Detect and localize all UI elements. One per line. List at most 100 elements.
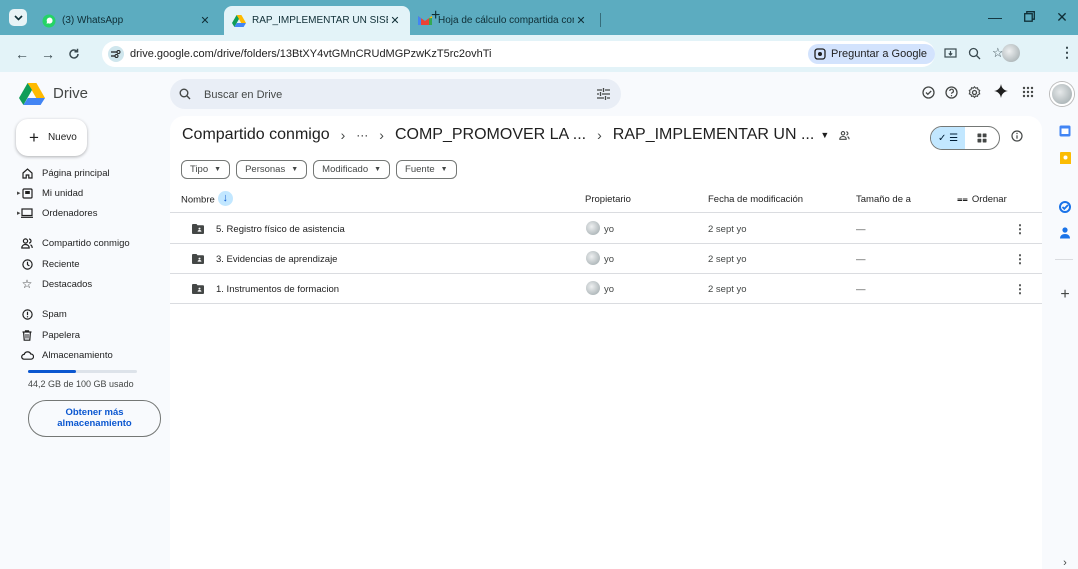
zoom-icon[interactable] — [968, 47, 981, 60]
more-actions-icon[interactable]: ⋮ — [1014, 252, 1026, 266]
close-icon[interactable]: ✕ — [198, 14, 212, 27]
search-bar[interactable]: Buscar en Drive — [170, 79, 621, 109]
reload-icon[interactable] — [66, 46, 82, 62]
cloud-icon — [20, 350, 34, 360]
file-name[interactable]: 1. Instrumentos de formacion — [216, 284, 339, 295]
sidebar-item-home[interactable]: Página principal — [20, 164, 110, 182]
new-button[interactable]: + Nuevo — [16, 119, 87, 156]
settings-gear-icon[interactable] — [968, 86, 981, 99]
search-options-icon[interactable] — [597, 88, 610, 100]
offline-ready-icon[interactable] — [922, 86, 935, 99]
minimize-button[interactable]: — — [985, 9, 1005, 25]
sidebar-item-starred[interactable]: ☆ Destacados — [20, 275, 93, 293]
browser-menu-icon[interactable]: ⋮ — [1060, 44, 1074, 61]
dropdown-arrow-icon: ▼ — [374, 166, 382, 173]
breadcrumb-ellipsis[interactable]: ··· — [356, 128, 368, 142]
column-owner[interactable]: Propietario — [585, 194, 631, 205]
tab-search-button[interactable] — [9, 9, 27, 26]
forward-arrow-icon[interactable]: → — [40, 46, 56, 62]
home-icon — [20, 167, 34, 179]
rail-divider — [1055, 259, 1073, 260]
search-input[interactable]: Buscar en Drive — [204, 89, 282, 101]
sidebar-item-label: Almacenamiento — [42, 349, 113, 361]
chip-label: Personas — [245, 164, 286, 175]
column-modified[interactable]: Fecha de modificación — [708, 194, 803, 205]
table-row[interactable]: 3. Evidencias de aprendizaje yo 2 sept y… — [170, 244, 1042, 274]
column-size[interactable]: Tamaño de a — [856, 194, 911, 205]
tab-drive[interactable]: RAP_IMPLEMENTAR UN SISEM ✕ — [224, 6, 410, 35]
back-arrow-icon[interactable]: ← — [14, 46, 30, 62]
sort-arrow-down-icon[interactable]: ↓ — [217, 191, 233, 206]
tab-spreadsheet[interactable]: Hoja de cálculo compartida con ✕ — [410, 6, 596, 35]
filter-people[interactable]: Personas ▼ — [236, 160, 308, 179]
sidebar-item-spam[interactable]: Spam — [20, 305, 67, 323]
file-name[interactable]: 5. Registro físico de asistencia — [216, 224, 345, 235]
list-view-button[interactable]: ✓ ☰ — [931, 127, 965, 149]
chip-label: Tipo — [190, 164, 209, 175]
grid-icon — [977, 133, 987, 143]
close-window-button[interactable]: ✕ — [1052, 9, 1072, 26]
tasks-icon[interactable] — [1057, 199, 1073, 215]
breadcrumb: Compartido conmigo › ··· › COMP_PROMOVER… — [182, 126, 850, 144]
shared-folder-icon — [192, 254, 204, 264]
close-icon[interactable]: ✕ — [574, 14, 588, 27]
breadcrumb-current[interactable]: RAP_IMPLEMENTAR UN ... — [613, 126, 815, 144]
dropdown-arrow-icon[interactable]: ▼ — [820, 130, 829, 140]
maximize-button[interactable] — [1019, 9, 1039, 22]
account-avatar[interactable] — [1050, 82, 1074, 106]
get-more-storage-button[interactable]: Obtener más almacenamiento — [28, 400, 161, 437]
site-settings-icon[interactable] — [108, 46, 124, 62]
column-name[interactable]: Nombre ↓ — [181, 191, 233, 206]
gemini-sparkle-icon[interactable] — [994, 84, 1008, 98]
info-icon[interactable] — [1011, 130, 1023, 142]
install-app-icon[interactable] — [944, 47, 957, 60]
table-row[interactable]: 1. Instrumentos de formacion yo 2 sept y… — [170, 274, 1042, 304]
help-icon[interactable] — [945, 86, 958, 99]
owner-name: yo — [604, 254, 615, 265]
drive-logo-icon[interactable] — [19, 83, 45, 105]
breadcrumb-parent[interactable]: COMP_PROMOVER LA ... — [395, 126, 586, 144]
tab-title: RAP_IMPLEMENTAR UN SISEM — [252, 15, 388, 26]
drive-header: Drive Buscar en Drive — [0, 72, 1078, 116]
file-size: — — [856, 254, 866, 265]
keep-icon[interactable] — [1057, 150, 1073, 166]
grid-view-button[interactable] — [965, 127, 999, 149]
lens-icon — [814, 48, 826, 60]
sidebar-item-label: Ordenadores — [42, 207, 98, 219]
show-side-panel-chevron-icon[interactable]: › — [1057, 555, 1073, 569]
app-name[interactable]: Drive — [53, 85, 88, 102]
dropdown-arrow-icon: ▼ — [291, 166, 299, 173]
extension-icon[interactable] — [1002, 44, 1020, 62]
sidebar-item-shared[interactable]: Compartido conmigo — [20, 234, 130, 252]
filter-type[interactable]: Tipo ▼ — [181, 160, 231, 179]
search-icon — [179, 88, 191, 100]
sidebar-item-computers[interactable]: Ordenadores — [20, 204, 97, 222]
sidebar-item-my-drive[interactable]: Mi unidad — [20, 184, 83, 202]
ask-google-button[interactable]: Preguntar a Google — [808, 44, 935, 64]
url-text[interactable]: drive.google.com/drive/folders/13BtXY4vt… — [130, 48, 492, 60]
sidebar-item-storage[interactable]: Almacenamiento — [20, 346, 113, 364]
address-bar[interactable]: drive.google.com/drive/folders/13BtXY4vt… — [102, 41, 1004, 67]
filter-source[interactable]: Fuente ▼ — [396, 160, 457, 179]
trash-icon — [20, 329, 34, 341]
plus-icon: + — [29, 128, 39, 147]
breadcrumb-root[interactable]: Compartido conmigo — [182, 126, 330, 144]
table-row[interactable]: 5. Registro físico de asistencia yo 2 se… — [170, 214, 1042, 244]
ask-google-label: Preguntar a Google — [831, 48, 928, 60]
sort-options-button[interactable]: ⩵ Ordenar — [957, 194, 1007, 205]
sidebar-item-trash[interactable]: Papelera — [20, 326, 80, 344]
close-icon[interactable]: ✕ — [388, 14, 402, 27]
filter-modified[interactable]: Modificado ▼ — [313, 160, 391, 179]
calendar-icon[interactable] — [1057, 123, 1073, 139]
contacts-icon[interactable] — [1057, 225, 1073, 241]
more-actions-icon[interactable]: ⋮ — [1014, 282, 1026, 296]
get-addons-plus-icon[interactable]: + — [1057, 286, 1073, 303]
get-more-label-line1: Obtener más — [65, 406, 124, 418]
sidebar-item-recent[interactable]: Reciente — [20, 255, 80, 273]
tab-whatsapp[interactable]: (3) WhatsApp ✕ — [34, 6, 220, 35]
file-name[interactable]: 3. Evidencias de aprendizaje — [216, 254, 337, 265]
apps-grid-icon[interactable] — [1022, 86, 1034, 98]
tab-title: Hoja de cálculo compartida con — [438, 15, 574, 26]
more-actions-icon[interactable]: ⋮ — [1014, 222, 1026, 236]
new-button-label: Nuevo — [47, 132, 77, 143]
